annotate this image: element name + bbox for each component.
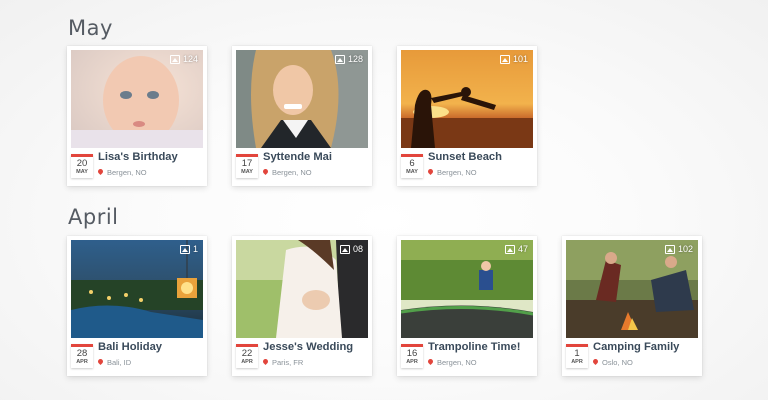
date-month: MAY <box>406 169 418 175</box>
date-badge: 6 MAY <box>401 154 423 178</box>
album-title[interactable]: Trampoline Time! <box>428 341 520 353</box>
date-month: APR <box>76 359 88 365</box>
date-month: APR <box>571 359 583 365</box>
album-location: Bali, ID <box>98 358 131 367</box>
location-pin-icon <box>428 359 433 366</box>
location-text: Paris, FR <box>272 358 304 367</box>
date-day: 6 <box>409 158 415 169</box>
image-icon <box>499 54 510 64</box>
date-day: 20 <box>76 158 88 169</box>
date-month: MAY <box>76 169 88 175</box>
photo-count-value: 1 <box>192 244 198 254</box>
date-badge: 28 APR <box>71 344 93 368</box>
photo-count: 128 <box>334 54 363 64</box>
location-text: Bergen, NO <box>437 358 477 367</box>
location-pin-icon <box>263 169 268 176</box>
location-pin-icon <box>428 169 433 176</box>
date-day: 22 <box>241 348 253 359</box>
image-icon <box>339 244 350 254</box>
album-card-syttende-mai[interactable]: 128 17 MAY Syttende Mai Bergen, NO <box>232 46 372 186</box>
location-pin-icon <box>593 359 598 366</box>
location-text: Oslo, NO <box>602 358 633 367</box>
album-location: Bergen, NO <box>428 358 477 367</box>
album-title[interactable]: Camping Family <box>593 341 679 353</box>
location-pin-icon <box>98 359 103 366</box>
album-location: Bergen, NO <box>263 168 312 177</box>
date-badge: 1 APR <box>566 344 588 368</box>
photo-count: 101 <box>499 54 528 64</box>
album-title[interactable]: Bali Holiday <box>98 341 162 353</box>
photo-count: 08 <box>339 244 363 254</box>
page-background: May April 124 20 MAY Lisa's Birthday Ber… <box>0 0 768 400</box>
album-photo: 08 <box>236 240 368 338</box>
image-icon <box>664 244 675 254</box>
image-icon <box>179 244 190 254</box>
album-photo: 124 <box>71 50 203 148</box>
image-icon <box>334 54 345 64</box>
photo-count: 124 <box>169 54 198 64</box>
date-month: MAY <box>241 169 253 175</box>
album-photo: 128 <box>236 50 368 148</box>
photo-count-value: 08 <box>352 244 363 254</box>
album-card-camping-family[interactable]: 102 1 APR Camping Family Oslo, NO <box>562 236 702 376</box>
album-title[interactable]: Lisa's Birthday <box>98 151 178 163</box>
album-card-jesses-wedding[interactable]: 08 22 APR Jesse's Wedding Paris, FR <box>232 236 372 376</box>
date-month: APR <box>406 359 418 365</box>
photo-count-value: 47 <box>517 244 528 254</box>
section-heading-april: April <box>68 205 119 229</box>
date-badge: 20 MAY <box>71 154 93 178</box>
album-title[interactable]: Jesse's Wedding <box>263 341 353 353</box>
image-icon <box>504 244 515 254</box>
album-photo: 101 <box>401 50 533 148</box>
photo-count-value: 102 <box>677 244 693 254</box>
album-photo: 102 <box>566 240 698 338</box>
location-text: Bergen, NO <box>437 168 477 177</box>
album-photo: 1 <box>71 240 203 338</box>
album-title[interactable]: Syttende Mai <box>263 151 332 163</box>
date-day: 17 <box>241 158 253 169</box>
photo-count: 102 <box>664 244 693 254</box>
album-location: Paris, FR <box>263 358 303 367</box>
album-title[interactable]: Sunset Beach <box>428 151 502 163</box>
photo-count-value: 128 <box>347 54 363 64</box>
album-card-sunset-beach[interactable]: 101 6 MAY Sunset Beach Bergen, NO <box>397 46 537 186</box>
album-location: Oslo, NO <box>593 358 633 367</box>
date-day: 1 <box>574 348 580 359</box>
album-card-lisas-birthday[interactable]: 124 20 MAY Lisa's Birthday Bergen, NO <box>67 46 207 186</box>
location-pin-icon <box>98 169 103 176</box>
date-month: APR <box>241 359 253 365</box>
photo-count-value: 124 <box>182 54 198 64</box>
date-day: 16 <box>406 348 418 359</box>
date-badge: 16 APR <box>401 344 423 368</box>
album-location: Bergen, NO <box>98 168 147 177</box>
photo-count-value: 101 <box>512 54 528 64</box>
photo-count: 1 <box>179 244 198 254</box>
photo-count: 47 <box>504 244 528 254</box>
location-text: Bergen, NO <box>107 168 147 177</box>
section-heading-may: May <box>68 16 113 40</box>
location-text: Bali, ID <box>107 358 132 367</box>
album-card-bali-holiday[interactable]: 1 28 APR Bali Holiday Bali, ID <box>67 236 207 376</box>
image-icon <box>169 54 180 64</box>
location-text: Bergen, NO <box>272 168 312 177</box>
location-pin-icon <box>263 359 268 366</box>
album-photo: 47 <box>401 240 533 338</box>
date-badge: 22 APR <box>236 344 258 368</box>
album-location: Bergen, NO <box>428 168 477 177</box>
album-card-trampoline-time[interactable]: 47 16 APR Trampoline Time! Bergen, NO <box>397 236 537 376</box>
date-badge: 17 MAY <box>236 154 258 178</box>
date-day: 28 <box>76 348 88 359</box>
